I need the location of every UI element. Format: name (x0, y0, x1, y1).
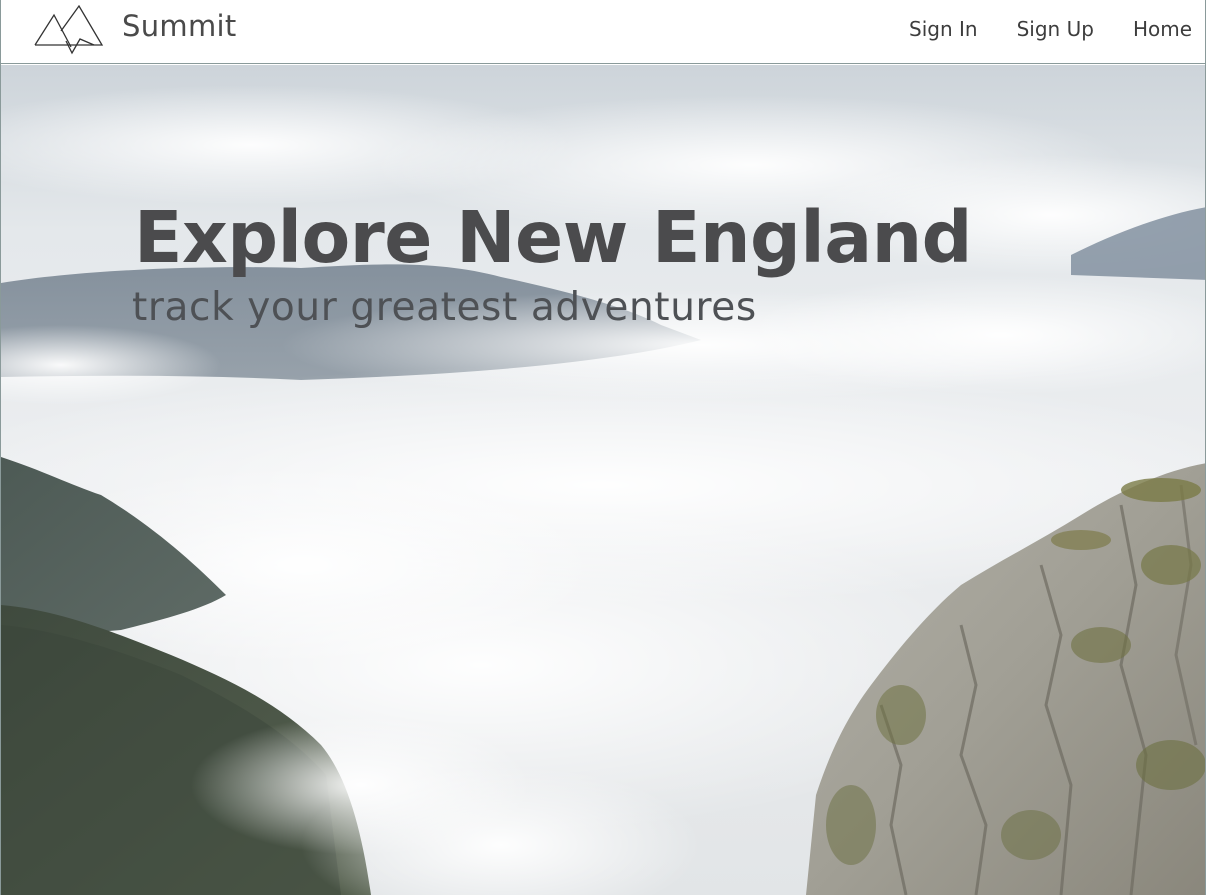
nav-sign-up[interactable]: Sign Up (1017, 17, 1094, 41)
hero-background-image (1, 65, 1205, 895)
nav-sign-in[interactable]: Sign In (909, 17, 978, 41)
hero-section: Explore New England track your greatest … (1, 65, 1205, 895)
brand-link[interactable]: Summit (34, 4, 237, 56)
nav-links: Sign In Sign Up Home (870, 17, 1192, 41)
page: Summit Sign In Sign Up Home Explore New … (0, 0, 1206, 895)
hero-subtitle: track your greatest adventures (132, 285, 757, 330)
mountain-peaks-icon (34, 5, 104, 55)
nav-home[interactable]: Home (1133, 17, 1192, 41)
navbar: Summit Sign In Sign Up Home (1, 0, 1205, 64)
hero-title: Explore New England (134, 196, 973, 279)
brand-name: Summit (122, 9, 237, 43)
